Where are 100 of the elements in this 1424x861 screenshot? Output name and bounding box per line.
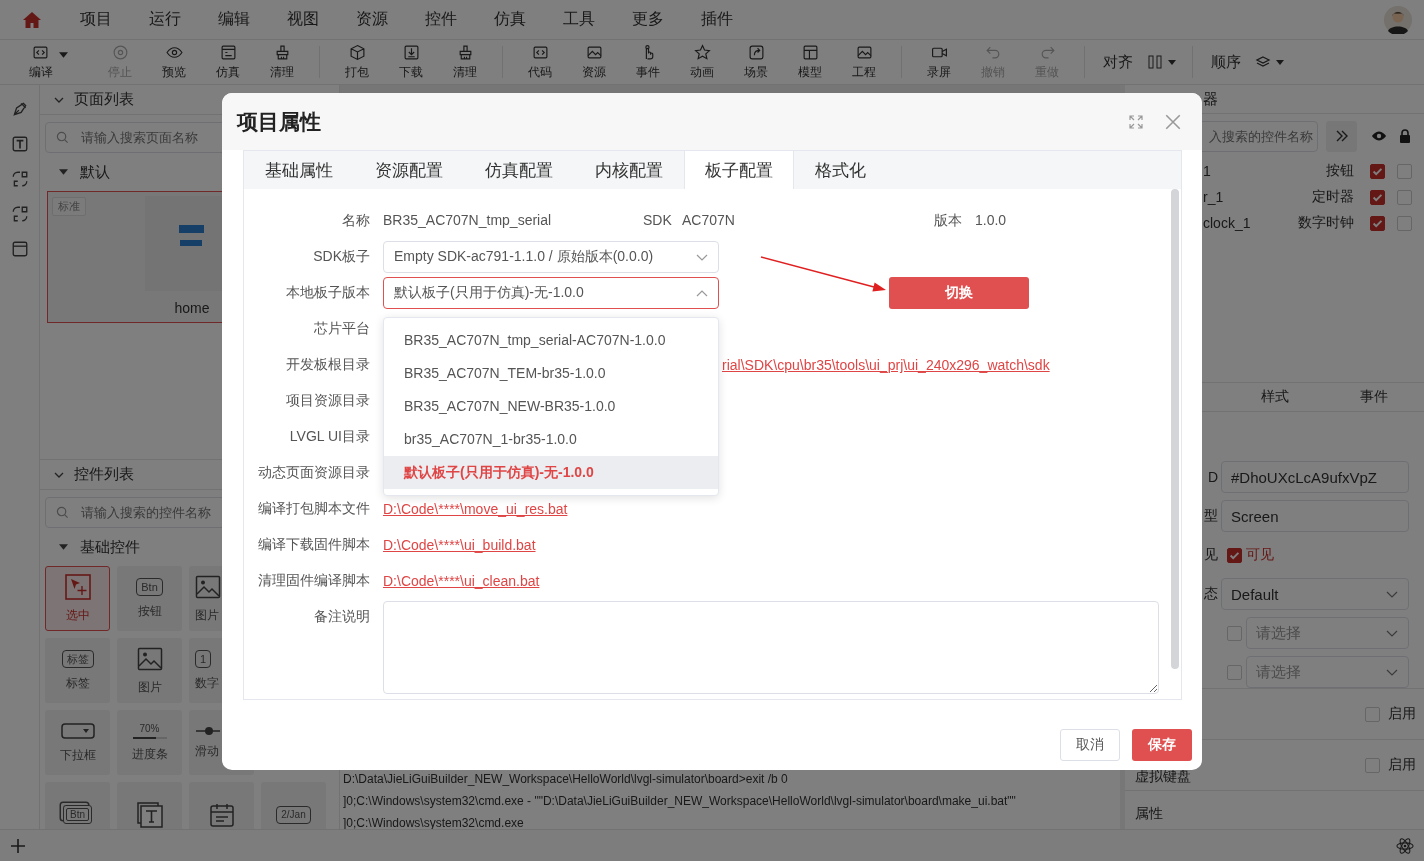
text-field[interactable]: Screen	[1221, 500, 1409, 532]
widget-tile[interactable]: 2/Jan	[261, 782, 326, 829]
widget-tile[interactable]: 标签 标签	[45, 638, 110, 703]
menu-item[interactable]: 更多	[632, 9, 664, 30]
swap-icon[interactable]	[10, 170, 29, 188]
align-button[interactable]: 对齐	[1095, 52, 1141, 72]
tab[interactable]: 基础属性	[244, 151, 354, 189]
menu-item[interactable]: 运行	[149, 9, 181, 30]
notes-field[interactable]	[383, 601, 1159, 694]
tab[interactable]: 内核配置	[574, 151, 684, 189]
switch-button[interactable]: 切换	[889, 277, 1029, 309]
toolbar-button[interactable]: 工程	[837, 43, 891, 81]
toolbar-button[interactable]: 录屏	[912, 43, 966, 81]
toolbar-button[interactable]: 打包	[330, 43, 384, 81]
glyph-icon: 2/Jan	[276, 805, 311, 824]
menu-item[interactable]: 视图	[287, 9, 319, 30]
text-field[interactable]: #DhoUXcLcA9ufxVpZ	[1221, 461, 1409, 493]
select-field[interactable]: Default	[1221, 578, 1409, 610]
tree-item-name[interactable]: r_1	[1203, 189, 1312, 205]
path-link[interactable]: rial\SDK\cpu\br35\tools\ui_prj\ui_240x296_watch\sdk	[722, 357, 1050, 373]
field-label: LVGL UI目录	[288, 428, 370, 446]
toolbar-button[interactable]: 清理	[255, 43, 309, 81]
tab[interactable]: 样式	[1225, 383, 1325, 411]
panel-title: 页面列表	[74, 90, 134, 109]
expand-icon[interactable]	[1128, 113, 1144, 130]
visibility-checkbox[interactable]	[1370, 215, 1385, 231]
tab[interactable]: 事件	[1324, 383, 1424, 411]
atom-icon[interactable]	[1396, 836, 1414, 855]
widget-tile[interactable]: 选中	[45, 566, 110, 631]
widget-tile[interactable]	[117, 782, 182, 829]
save-button[interactable]: 保存	[1132, 729, 1192, 761]
path-link[interactable]: D:\Code\****\ui_clean.bat	[383, 573, 540, 589]
toolbar-button[interactable]: 下载	[384, 43, 438, 81]
chevron-icon	[696, 254, 708, 261]
path-link[interactable]: D:\Code\****\ui_build.bat	[383, 537, 536, 553]
console-line: ]0;C:\Windows\system32\cmd.exe - ""D:\Data\JieLiGuiBuilder_NEW_Workspace\HelloWorld\lvgl-simulator\board\make_ui.bat""	[343, 793, 1017, 810]
toolbar-button[interactable]: 动画	[675, 43, 729, 81]
widget-tile[interactable]: 70% 进度条	[117, 710, 182, 775]
order-button[interactable]: 顺序	[1203, 52, 1249, 72]
visibility-checkbox[interactable]	[1370, 189, 1385, 205]
tree-item-name[interactable]: 1	[1203, 163, 1326, 179]
expand-button[interactable]	[1326, 120, 1357, 152]
close-icon[interactable]	[1164, 112, 1182, 131]
toolbar-button[interactable]: 资源	[567, 43, 621, 81]
lock-icon[interactable]	[1397, 128, 1413, 144]
plus-icon[interactable]	[10, 837, 26, 854]
checkbox[interactable]	[1227, 547, 1242, 563]
visibility-checkbox[interactable]	[1370, 163, 1385, 179]
field-label: 芯片平台	[313, 320, 370, 338]
widget-tile[interactable]: Btn 按钮	[117, 566, 182, 631]
tab[interactable]: 格式化	[794, 151, 887, 189]
toolbar-button[interactable]: 仿真	[201, 43, 255, 81]
cancel-button[interactable]: 取消	[1060, 729, 1120, 761]
lock-checkbox[interactable]	[1397, 215, 1412, 231]
menu-item[interactable]: 项目	[80, 9, 112, 30]
home-icon[interactable]	[22, 9, 42, 30]
chevron-icon[interactable]	[54, 96, 64, 103]
lock-checkbox[interactable]	[1397, 163, 1412, 179]
caret-icon[interactable]	[59, 544, 68, 550]
toolbar-button[interactable]: 编译	[13, 43, 83, 81]
dropdown-option[interactable]: BR35_AC707N_tmp_serial-AC707N-1.0.0	[384, 324, 718, 357]
menu-item[interactable]: 仿真	[494, 9, 526, 30]
caret-icon[interactable]	[59, 169, 68, 175]
scrollbar[interactable]	[1171, 189, 1179, 669]
menu-item[interactable]: 工具	[563, 9, 595, 30]
tab[interactable]: 板子配置	[684, 151, 794, 189]
tree-item-name[interactable]: clock_1	[1203, 215, 1298, 231]
toolbar-button[interactable]: 场景	[729, 43, 783, 81]
dropdown-option[interactable]: BR35_AC707N_NEW-BR35-1.0.0	[384, 390, 718, 423]
text-icon[interactable]	[10, 135, 29, 153]
toolbar-button[interactable]: 代码	[513, 43, 567, 81]
select-field[interactable]: 默认板子(只用于仿真)-无-1.0.0	[383, 277, 719, 309]
widget-tile[interactable]: 图片	[117, 638, 182, 703]
swap-icon[interactable]	[10, 205, 29, 223]
tab[interactable]: 仿真配置	[464, 151, 574, 189]
widget-tile[interactable]: 下拉框	[45, 710, 110, 775]
menu-item[interactable]: 资源	[356, 9, 388, 30]
toolbar-button[interactable]: 清理	[438, 43, 492, 81]
tab[interactable]: 资源配置	[354, 151, 464, 189]
menu-item[interactable]: 插件	[701, 9, 733, 30]
widget-tile[interactable]: Btn	[45, 782, 110, 829]
chevron-icon	[1386, 591, 1398, 598]
dropdown-option[interactable]: 默认板子(只用于仿真)-无-1.0.0	[384, 456, 718, 489]
dropdown-icon	[60, 721, 95, 740]
toolbar-button[interactable]: 事件	[621, 43, 675, 81]
path-link[interactable]: D:\Code\****\move_ui_res.bat	[383, 501, 568, 517]
widget-tile[interactable]	[189, 782, 254, 829]
lock-checkbox[interactable]	[1397, 189, 1412, 205]
menu-item[interactable]: 编辑	[218, 9, 250, 30]
chevron-icon[interactable]	[54, 471, 64, 478]
select-field[interactable]: Empty SDK-ac791-1.1.0 / 原始版本(0.0.0)	[383, 241, 719, 273]
dropdown-option[interactable]: br35_AC707N_1-br35-1.0.0	[384, 423, 718, 456]
chevron-icon	[696, 290, 708, 297]
pen-icon[interactable]	[10, 100, 29, 118]
avatar-icon[interactable]	[1384, 5, 1412, 34]
dropdown-option[interactable]: BR35_AC707N_TEM-br35-1.0.0	[384, 357, 718, 390]
toolbar-button[interactable]: 模型	[783, 43, 837, 81]
toolbar-button[interactable]: 预览	[147, 43, 201, 81]
window-icon[interactable]	[10, 240, 29, 258]
menu-item[interactable]: 控件	[425, 9, 457, 30]
